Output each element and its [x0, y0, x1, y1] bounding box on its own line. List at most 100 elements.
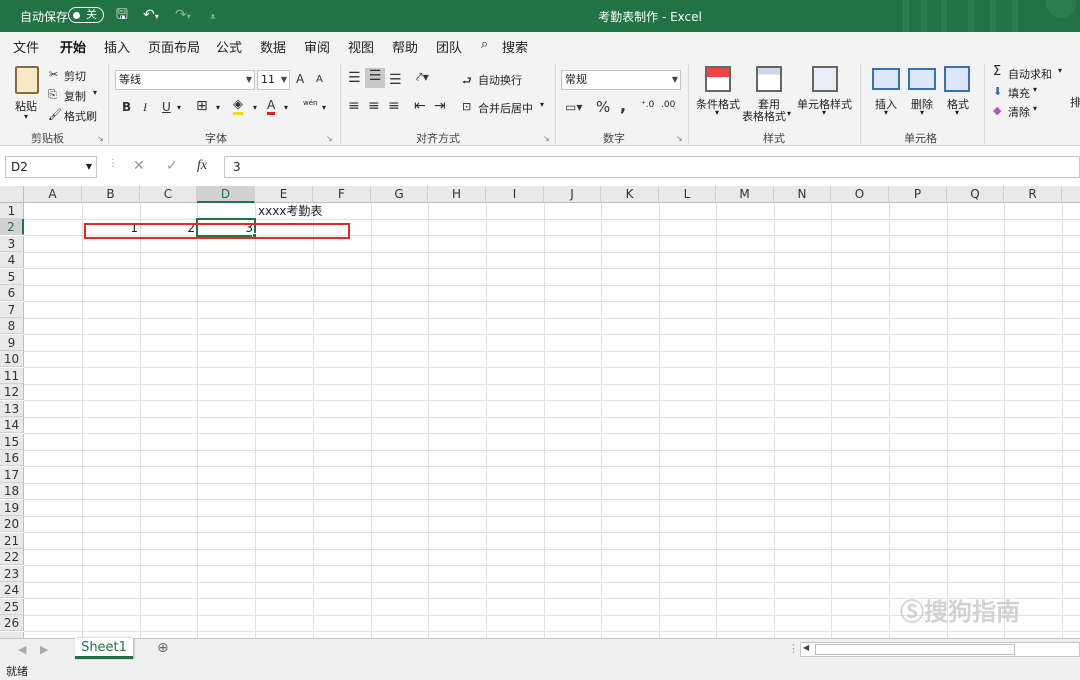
cut-icon[interactable]: ✂ [49, 68, 58, 81]
fill-icon[interactable]: ⬇ [993, 85, 1002, 98]
chevron-down-icon[interactable]: ▾ [884, 108, 888, 117]
row-header-5[interactable]: 5 [0, 269, 24, 285]
column-header-h[interactable]: H [428, 186, 486, 203]
clear-button[interactable]: 清除 [1008, 104, 1030, 120]
align-left-icon[interactable]: ≡ [348, 98, 360, 114]
tab-file[interactable]: 文件 [13, 37, 39, 56]
percent-button[interactable]: % [596, 98, 610, 116]
fill-button[interactable]: 填充 [1008, 85, 1030, 101]
scroll-left-icon[interactable]: ◀ [803, 643, 809, 652]
autosum-icon[interactable]: Σ [993, 64, 1001, 79]
copy-button[interactable]: 复制 [64, 88, 86, 104]
cancel-icon[interactable]: ✕ [133, 158, 145, 174]
format-as-table-button-2[interactable]: 表格格式 [742, 108, 786, 124]
tab-team[interactable]: 团队 [436, 37, 462, 56]
column-header-p[interactable]: P [889, 186, 947, 203]
insert-cells-icon[interactable] [872, 68, 900, 90]
column-header-i[interactable]: I [486, 186, 544, 203]
tab-home[interactable]: 开始 [60, 37, 87, 61]
column-header-e[interactable]: E [255, 186, 313, 203]
column-header-d[interactable]: D [197, 186, 255, 203]
column-header-c[interactable]: C [140, 186, 197, 203]
increase-indent-icon[interactable]: ⇥ [434, 98, 446, 114]
conditional-formatting-icon[interactable] [705, 66, 731, 92]
font-launcher-icon[interactable]: ↘ [326, 134, 333, 143]
row-header-1[interactable]: 1 [0, 203, 24, 219]
row-header-24[interactable]: 24 [0, 582, 24, 598]
row-header-6[interactable]: 6 [0, 285, 24, 301]
tab-data[interactable]: 数据 [260, 37, 286, 56]
cell-e1[interactable]: xxxx考勤表 [258, 203, 322, 219]
fill-color-icon[interactable]: ◈ [233, 98, 243, 115]
column-header-o[interactable]: O [831, 186, 889, 203]
row-header-4[interactable]: 4 [0, 252, 24, 268]
shrink-font-button[interactable]: A [316, 74, 323, 85]
tab-help[interactable]: 帮助 [392, 37, 418, 56]
row-header-11[interactable]: 11 [0, 368, 24, 384]
column-header-q[interactable]: Q [947, 186, 1004, 203]
tab-page-layout[interactable]: 页面布局 [148, 37, 200, 56]
paste-icon[interactable] [15, 66, 39, 94]
format-as-table-icon[interactable] [756, 66, 782, 92]
decrease-indent-icon[interactable]: ⇤ [414, 98, 426, 114]
search-icon[interactable]: ⌕ [481, 37, 488, 52]
align-bottom-icon[interactable]: ☰ [389, 72, 402, 88]
fill-color-dropdown-icon[interactable]: ▾ [253, 103, 257, 112]
row-header-19[interactable]: 19 [0, 500, 24, 516]
decrease-decimal-icon[interactable]: .00 [661, 100, 675, 110]
align-center-icon[interactable]: ≡ [368, 98, 380, 114]
merge-dropdown-icon[interactable]: ▾ [540, 100, 544, 109]
paste-dropdown-icon[interactable]: ▾ [24, 112, 28, 121]
sort-filter-button[interactable]: 排 [1070, 94, 1080, 110]
align-middle-icon[interactable]: ☰ [365, 68, 385, 88]
chevron-down-icon[interactable]: ▾ [1033, 104, 1037, 113]
row-header-7[interactable]: 7 [0, 302, 24, 318]
alignment-launcher-icon[interactable]: ↘ [543, 134, 550, 143]
sheet-tab-sheet1[interactable]: Sheet1 [75, 638, 133, 659]
format-painter-button[interactable]: 格式刷 [64, 108, 97, 124]
delete-cells-icon[interactable] [908, 68, 936, 90]
borders-dropdown-icon[interactable]: ▾ [216, 103, 220, 112]
scroll-left-icon[interactable]: ◀ [18, 643, 26, 656]
number-format-select[interactable]: 常规 ▼ [561, 70, 681, 90]
copy-icon[interactable]: ⎘ [48, 88, 57, 102]
enter-icon[interactable]: ✓ [166, 158, 178, 174]
column-header-k[interactable]: K [601, 186, 659, 203]
format-cells-icon[interactable] [944, 66, 970, 92]
row-header-12[interactable]: 12 [0, 384, 24, 400]
underline-button[interactable]: U [162, 100, 171, 114]
row-header-26[interactable]: 26 [0, 615, 24, 631]
chevron-down-icon[interactable]: ▾ [1033, 85, 1037, 94]
row-header-23[interactable]: 23 [0, 566, 24, 582]
select-all-button[interactable] [0, 186, 24, 203]
row-header-8[interactable]: 8 [0, 318, 24, 334]
row-header-3[interactable]: 3 [0, 236, 24, 252]
insert-function-button[interactable]: fx [197, 158, 207, 174]
italic-button[interactable]: I [143, 100, 147, 115]
row-header-21[interactable]: 21 [0, 533, 24, 549]
font-color-button[interactable]: A [267, 98, 276, 115]
column-header-l[interactable]: L [659, 186, 716, 203]
chevron-down-icon[interactable]: ▾ [787, 109, 791, 118]
row-header-15[interactable]: 15 [0, 434, 24, 450]
tab-formulas[interactable]: 公式 [216, 37, 242, 56]
column-header-m[interactable]: M [716, 186, 774, 203]
row-header-22[interactable]: 22 [0, 549, 24, 565]
chevron-down-icon[interactable]: ▾ [1058, 66, 1062, 75]
borders-icon[interactable]: ⊞ [196, 98, 208, 114]
font-name-select[interactable]: 等线 ▼ [115, 70, 255, 90]
row-header-17[interactable]: 17 [0, 467, 24, 483]
wrap-text-button[interactable]: 自动换行 [478, 72, 522, 88]
orientation-icon[interactable]: ⤤▾ [416, 70, 429, 85]
accounting-format-icon[interactable]: ▭▾ [565, 100, 582, 114]
scroll-right-icon[interactable]: ▶ [40, 643, 48, 656]
column-header-g[interactable]: G [371, 186, 428, 203]
cut-button[interactable]: 剪切 [64, 68, 86, 84]
row-header-2[interactable]: 2 [0, 219, 24, 235]
column-header-n[interactable]: N [774, 186, 831, 203]
row-header-20[interactable]: 20 [0, 516, 24, 532]
merge-center-icon[interactable]: ⊡ [462, 100, 471, 113]
merge-center-button[interactable]: 合并后居中 [478, 100, 533, 116]
name-box[interactable]: D2 ▼ [5, 156, 97, 178]
row-header-9[interactable]: 9 [0, 335, 24, 351]
